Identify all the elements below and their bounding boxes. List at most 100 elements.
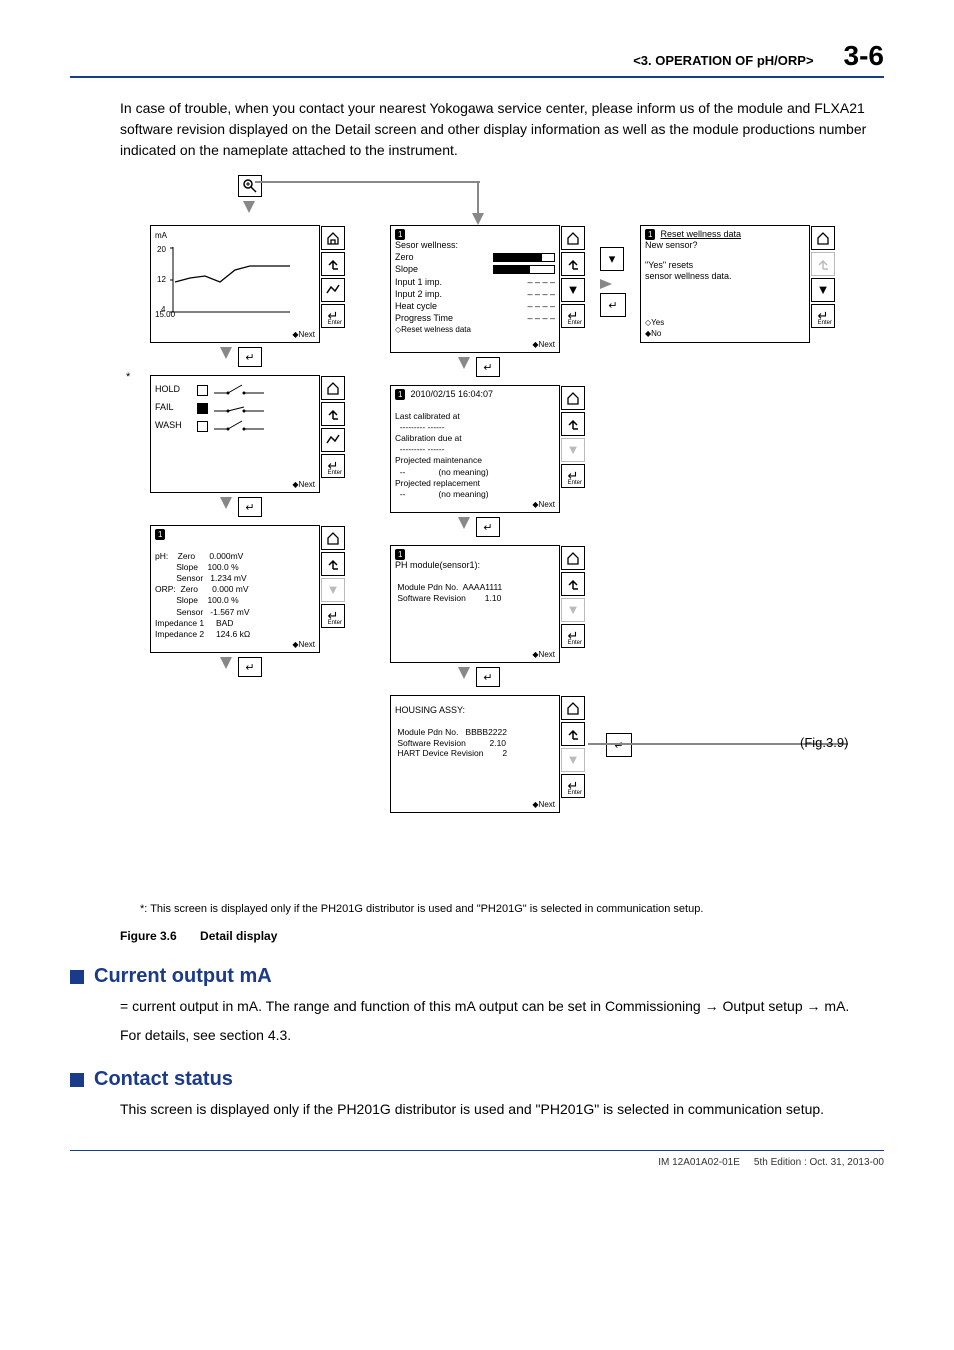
enter-icon[interactable]: ↵Enter <box>561 624 585 648</box>
arrow-down-icon <box>458 357 470 369</box>
enter-step-icon: ↵ <box>476 517 500 537</box>
back-icon[interactable] <box>561 572 585 596</box>
subheading-current-output: Current output mA <box>70 965 884 988</box>
line: ORP: Zero 0.000 mV <box>155 584 249 594</box>
down-icon[interactable]: ▼ <box>561 748 585 772</box>
paragraph: This screen is displayed only if the PH2… <box>120 1099 880 1120</box>
row-label: Input 1 imp. <box>395 277 442 288</box>
row-label: Heat cycle <box>395 301 437 312</box>
chart-value: 15.00 <box>155 310 175 320</box>
line: Last calibrated at <box>395 411 460 421</box>
arrow-down-icon <box>220 347 232 359</box>
line: Projected maintenance <box>395 455 482 465</box>
enter-icon[interactable]: ↵Enter <box>561 464 585 488</box>
line: Software Revision 1.10 <box>395 593 501 603</box>
no-option[interactable]: No <box>651 329 661 338</box>
fail-indicator <box>197 403 208 414</box>
line: Projected replacement <box>395 478 480 488</box>
home-icon[interactable] <box>561 546 585 570</box>
line: Sensor 1.234 mV <box>155 573 247 583</box>
line: -- (no meaning) <box>395 467 489 477</box>
back-icon[interactable] <box>561 722 585 746</box>
back-icon[interactable] <box>321 252 345 276</box>
sensor-1-tag: 1 <box>395 549 405 560</box>
chart-unit: mA <box>155 231 295 241</box>
hold-indicator <box>197 385 208 396</box>
enter-icon[interactable]: ↵Enter <box>561 304 585 328</box>
bullet-square-icon <box>70 970 84 984</box>
footnote: *: This screen is displayed only if the … <box>140 903 884 915</box>
reset-title: Reset wellness data <box>660 229 741 239</box>
row-label: Slope <box>395 264 418 275</box>
down-icon[interactable]: ▼ <box>561 598 585 622</box>
svg-text:12: 12 <box>157 275 166 284</box>
heading-text: Current output mA <box>94 965 272 988</box>
down-icon[interactable]: ▼ <box>561 438 585 462</box>
line: Slope 100.0 % <box>155 562 239 572</box>
enter-step-icon: ↵ <box>238 657 262 677</box>
subheading-contact-status: Contact status <box>70 1068 884 1091</box>
page-number: 3-6 <box>844 40 884 72</box>
home-icon[interactable] <box>561 386 585 410</box>
trend-icon[interactable] <box>321 278 345 302</box>
enter-icon[interactable]: ↵Enter <box>811 304 835 328</box>
home-icon[interactable] <box>561 696 585 720</box>
home-icon[interactable] <box>321 226 345 250</box>
screen-reset-wellness: 1 Reset wellness data New sensor? "Yes" … <box>640 225 810 343</box>
reset-prompt: New sensor? <box>645 240 805 251</box>
gauge-empty: – – – – <box>527 313 555 324</box>
home-icon[interactable] <box>811 226 835 250</box>
enter-step-icon: ↵ <box>238 497 262 517</box>
back-icon[interactable] <box>561 412 585 436</box>
line: Impedance 2 124.6 kΩ <box>155 629 250 639</box>
reset-wellness-option[interactable]: Reset welness data <box>401 325 471 334</box>
hold-label: HOLD <box>155 384 191 395</box>
doc-id: IM 12A01A02-01E <box>658 1157 740 1168</box>
arrow-down-icon <box>472 213 484 225</box>
screen-ma-output: mA 20 12 4 15.00 ◆Next <box>150 225 320 343</box>
down-icon[interactable]: ▼ <box>811 278 835 302</box>
heading-text: Contact status <box>94 1068 233 1091</box>
home-icon[interactable] <box>561 226 585 250</box>
switch-open-icon <box>214 383 264 397</box>
sensor-1-tag: 1 <box>395 229 405 240</box>
back-icon[interactable] <box>321 552 345 576</box>
bullet-square-icon <box>70 1073 84 1087</box>
sensor-1-tag: 1 <box>395 389 405 400</box>
arrow-down-icon <box>220 497 232 509</box>
row-label: Input 2 imp. <box>395 289 442 300</box>
module-title: PH module(sensor1): <box>395 560 555 571</box>
enter-icon[interactable]: ↵Enter <box>321 604 345 628</box>
next-label: Next <box>539 340 555 349</box>
down-icon[interactable]: ▼ <box>561 278 585 302</box>
sensor-1-tag: 1 <box>645 229 655 240</box>
screen-contact-status: HOLD FAIL WASH ◆Next ↵Enter <box>150 375 320 493</box>
arrow-down-icon <box>458 667 470 679</box>
enter-icon[interactable]: ↵Enter <box>321 304 345 328</box>
trend-icon[interactable] <box>321 428 345 452</box>
housing-title: HOUSING ASSY: <box>395 705 555 716</box>
enter-icon[interactable]: ↵Enter <box>561 774 585 798</box>
line: Module Pdn No. BBBB2222 <box>395 727 507 737</box>
screen-sensor-wellness: 1 Sesor wellness: Zero Slope Input 1 imp… <box>390 225 560 353</box>
line: Calibration due at <box>395 433 462 443</box>
line: Sensor -1.567 mV <box>155 607 249 617</box>
enter-step-icon: ↵ <box>600 293 626 317</box>
home-icon[interactable] <box>321 376 345 400</box>
line: Impedance 1 BAD <box>155 618 233 628</box>
next-label: Next <box>299 640 315 649</box>
back-icon[interactable] <box>321 402 345 426</box>
enter-step-icon: ↵ <box>476 667 500 687</box>
select-down-icon[interactable]: ▾ <box>600 247 624 271</box>
zoom-icon <box>238 175 262 197</box>
arrow-right-icon <box>600 279 612 289</box>
back-icon[interactable] <box>561 252 585 276</box>
enter-icon[interactable]: ↵Enter <box>321 454 345 478</box>
fail-label: FAIL <box>155 402 191 413</box>
reset-note: "Yes" resets <box>645 260 805 271</box>
detail-display-diagram: mA 20 12 4 15.00 ◆Next <box>120 175 910 895</box>
home-icon[interactable] <box>321 526 345 550</box>
yes-option[interactable]: Yes <box>651 318 664 327</box>
arrow-down-icon <box>458 517 470 529</box>
down-icon[interactable]: ▼ <box>321 578 345 602</box>
